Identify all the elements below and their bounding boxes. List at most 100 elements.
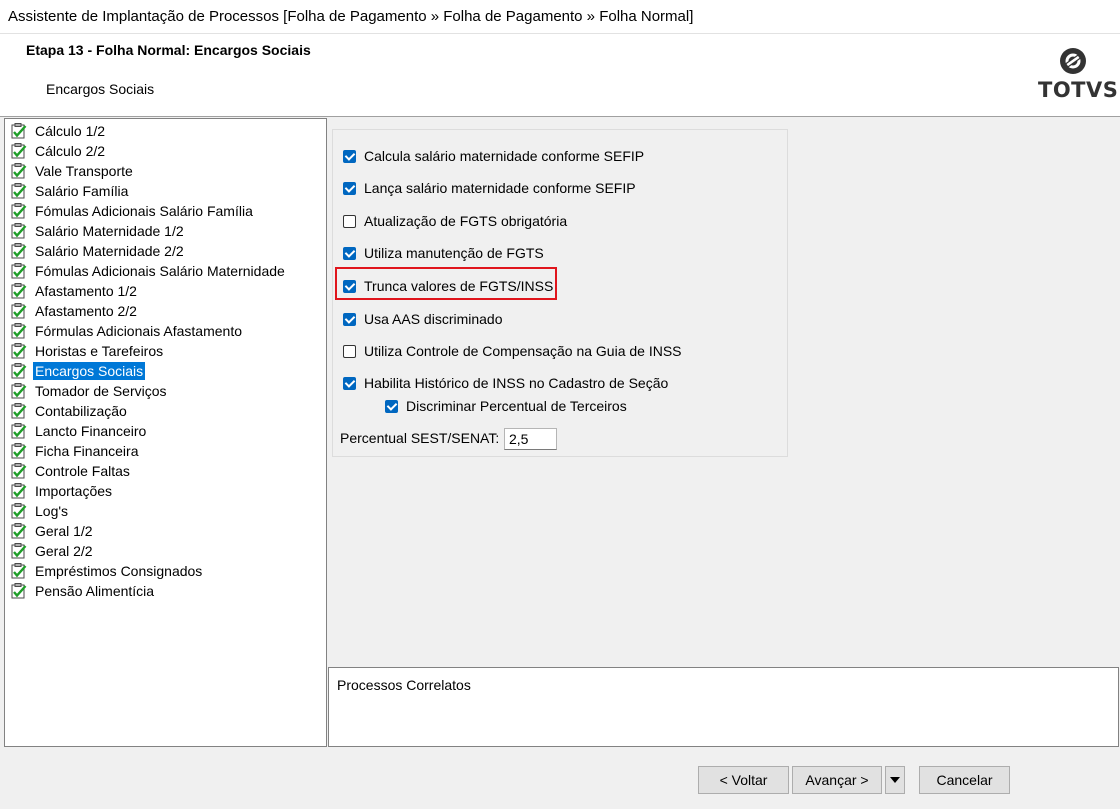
- completed-step-icon: [11, 423, 27, 439]
- option-label: Usa AAS discriminado: [364, 311, 503, 327]
- tree-item-label: Cálculo 1/2: [35, 123, 106, 139]
- tree-item-importacoes[interactable]: Importações: [5, 481, 326, 501]
- sest-senat-label: Percentual SEST/SENAT:: [340, 430, 500, 446]
- completed-step-icon: [11, 443, 27, 459]
- checkbox-checked[interactable]: [343, 376, 356, 390]
- tree-item-label: Geral 2/2: [35, 543, 93, 559]
- completed-step-icon: [11, 143, 27, 159]
- completed-step-icon: [11, 463, 27, 479]
- tree-item-label: Afastamento 2/2: [35, 303, 137, 319]
- step-content-panel: Calcula salário maternidade conforme SEF…: [328, 118, 1120, 667]
- option-historico-inss[interactable]: Habilita Histórico de INSS no Cadastro d…: [343, 375, 668, 391]
- completed-step-icon: [11, 303, 27, 319]
- step-title: Etapa 13 - Folha Normal: Encargos Sociai…: [26, 42, 311, 58]
- completed-step-icon: [11, 323, 27, 339]
- tree-item-contabilizacao[interactable]: Contabilização: [5, 401, 326, 421]
- tree-item-formulas-salario-familia[interactable]: Fómulas Adicionais Salário Família: [5, 201, 326, 221]
- tree-item-formulas-afastamento[interactable]: Fórmulas Adicionais Afastamento: [5, 321, 326, 341]
- totvs-logo-icon: [1060, 48, 1086, 74]
- tree-item-salario-maternidade-2[interactable]: Salário Maternidade 2/2: [5, 241, 326, 261]
- window-title: Assistente de Implantação de Processos […: [8, 8, 694, 25]
- tree-item-label: Horistas e Tarefeiros: [35, 343, 164, 359]
- option-aas-discriminado[interactable]: Usa AAS discriminado: [343, 311, 503, 327]
- processos-correlatos-label: Processos Correlatos: [337, 677, 471, 693]
- tree-item-label: Controle Faltas: [35, 463, 130, 479]
- tree-item-label: Fómulas Adicionais Salário Família: [35, 203, 253, 219]
- next-dropdown-button[interactable]: [885, 766, 905, 794]
- tree-item-controle-faltas[interactable]: Controle Faltas: [5, 461, 326, 481]
- tree-item-afastamento-1[interactable]: Afastamento 1/2: [5, 281, 326, 301]
- checkbox-checked[interactable]: [385, 399, 398, 413]
- completed-step-icon: [11, 483, 27, 499]
- totvs-logo: TOTVS: [1038, 46, 1118, 102]
- completed-step-icon: [11, 343, 27, 359]
- wizard-header: Etapa 13 - Folha Normal: Encargos Sociai…: [0, 34, 1120, 117]
- completed-step-icon: [11, 383, 27, 399]
- tree-item-afastamento-2[interactable]: Afastamento 2/2: [5, 301, 326, 321]
- tree-item-label: Geral 1/2: [35, 523, 93, 539]
- tree-item-ficha-financeira[interactable]: Ficha Financeira: [5, 441, 326, 461]
- tree-item-label: Fórmulas Adicionais Afastamento: [35, 323, 242, 339]
- checkbox-checked[interactable]: [343, 181, 356, 195]
- checkbox-unchecked[interactable]: [343, 214, 356, 228]
- tree-item-encargos-sociais[interactable]: Encargos Sociais: [5, 361, 326, 381]
- option-controle-compensacao-inss[interactable]: Utiliza Controle de Compensação na Guia …: [343, 343, 682, 359]
- checkbox-checked[interactable]: [343, 279, 356, 293]
- tree-item-salario-maternidade-1[interactable]: Salário Maternidade 1/2: [5, 221, 326, 241]
- checkbox-checked[interactable]: [343, 312, 356, 326]
- completed-step-icon: [11, 563, 27, 579]
- tree-item-formulas-salario-maternidade[interactable]: Fómulas Adicionais Salário Maternidade: [5, 261, 326, 281]
- completed-step-icon: [11, 523, 27, 539]
- completed-step-icon: [11, 203, 27, 219]
- option-label: Utiliza manutenção de FGTS: [364, 245, 544, 261]
- tree-item-label-selected: Encargos Sociais: [33, 362, 146, 380]
- tree-item-label: Cálculo 2/2: [35, 143, 106, 159]
- checkbox-checked[interactable]: [343, 149, 356, 163]
- tree-item-tomador-servicos[interactable]: Tomador de Serviços: [5, 381, 326, 401]
- tree-item-emprestimos-consignados[interactable]: Empréstimos Consignados: [5, 561, 326, 581]
- tree-item-label: Vale Transporte: [35, 163, 133, 179]
- tree-item-pensao-alimenticia[interactable]: Pensão Alimentícia: [5, 581, 326, 601]
- tree-item-calculo-2[interactable]: Cálculo 2/2: [5, 141, 326, 161]
- completed-step-icon: [11, 503, 27, 519]
- options-group: Calcula salário maternidade conforme SEF…: [332, 129, 788, 457]
- tree-item-horistas-tarefeiros[interactable]: Horistas e Tarefeiros: [5, 341, 326, 361]
- option-label: Discriminar Percentual de Terceiros: [406, 398, 627, 414]
- option-atualizacao-fgts[interactable]: Atualização de FGTS obrigatória: [343, 213, 567, 229]
- wizard-footer: < Voltar Avançar > Cancelar: [0, 747, 1120, 809]
- tree-item-logs[interactable]: Log's: [5, 501, 326, 521]
- tree-item-label: Ficha Financeira: [35, 443, 139, 459]
- chevron-down-icon: [890, 777, 900, 783]
- completed-step-icon: [11, 123, 27, 139]
- completed-step-icon: [11, 223, 27, 239]
- tree-item-label: Afastamento 1/2: [35, 283, 137, 299]
- option-calcula-salario-maternidade[interactable]: Calcula salário maternidade conforme SEF…: [343, 148, 644, 164]
- completed-step-icon: [11, 583, 27, 599]
- tree-item-label: Salário Maternidade 2/2: [35, 243, 184, 259]
- tree-item-lancto-financeiro[interactable]: Lancto Financeiro: [5, 421, 326, 441]
- option-trunca-fgts-inss[interactable]: Trunca valores de FGTS/INSS: [343, 278, 553, 294]
- window-title-bar: Assistente de Implantação de Processos […: [0, 0, 1120, 34]
- tree-item-label: Log's: [35, 503, 69, 519]
- option-label: Utiliza Controle de Compensação na Guia …: [364, 343, 682, 359]
- option-manutencao-fgts[interactable]: Utiliza manutenção de FGTS: [343, 245, 544, 261]
- sest-senat-input[interactable]: [504, 428, 557, 450]
- tree-item-salario-familia[interactable]: Salário Família: [5, 181, 326, 201]
- option-lanca-salario-maternidade[interactable]: Lança salário maternidade conforme SEFIP: [343, 180, 636, 196]
- cancel-button[interactable]: Cancelar: [919, 766, 1010, 794]
- steps-tree[interactable]: Cálculo 1/2 Cálculo 2/2 Vale Transporte …: [4, 118, 327, 747]
- tree-item-label: Fómulas Adicionais Salário Maternidade: [35, 263, 285, 279]
- tree-item-label: Salário Maternidade 1/2: [35, 223, 184, 239]
- tree-item-geral-2[interactable]: Geral 2/2: [5, 541, 326, 561]
- tree-item-geral-1[interactable]: Geral 1/2: [5, 521, 326, 541]
- checkbox-unchecked[interactable]: [343, 344, 356, 358]
- option-label: Lança salário maternidade conforme SEFIP: [364, 180, 636, 196]
- checkbox-checked[interactable]: [343, 246, 356, 260]
- next-button[interactable]: Avançar >: [792, 766, 882, 794]
- tree-item-calculo-1[interactable]: Cálculo 1/2: [5, 121, 326, 141]
- tree-item-label: Importações: [35, 483, 113, 499]
- tree-item-vale-transporte[interactable]: Vale Transporte: [5, 161, 326, 181]
- back-button[interactable]: < Voltar: [698, 766, 789, 794]
- tree-item-label: Lancto Financeiro: [35, 423, 147, 439]
- option-discriminar-terceiros[interactable]: Discriminar Percentual de Terceiros: [385, 398, 627, 414]
